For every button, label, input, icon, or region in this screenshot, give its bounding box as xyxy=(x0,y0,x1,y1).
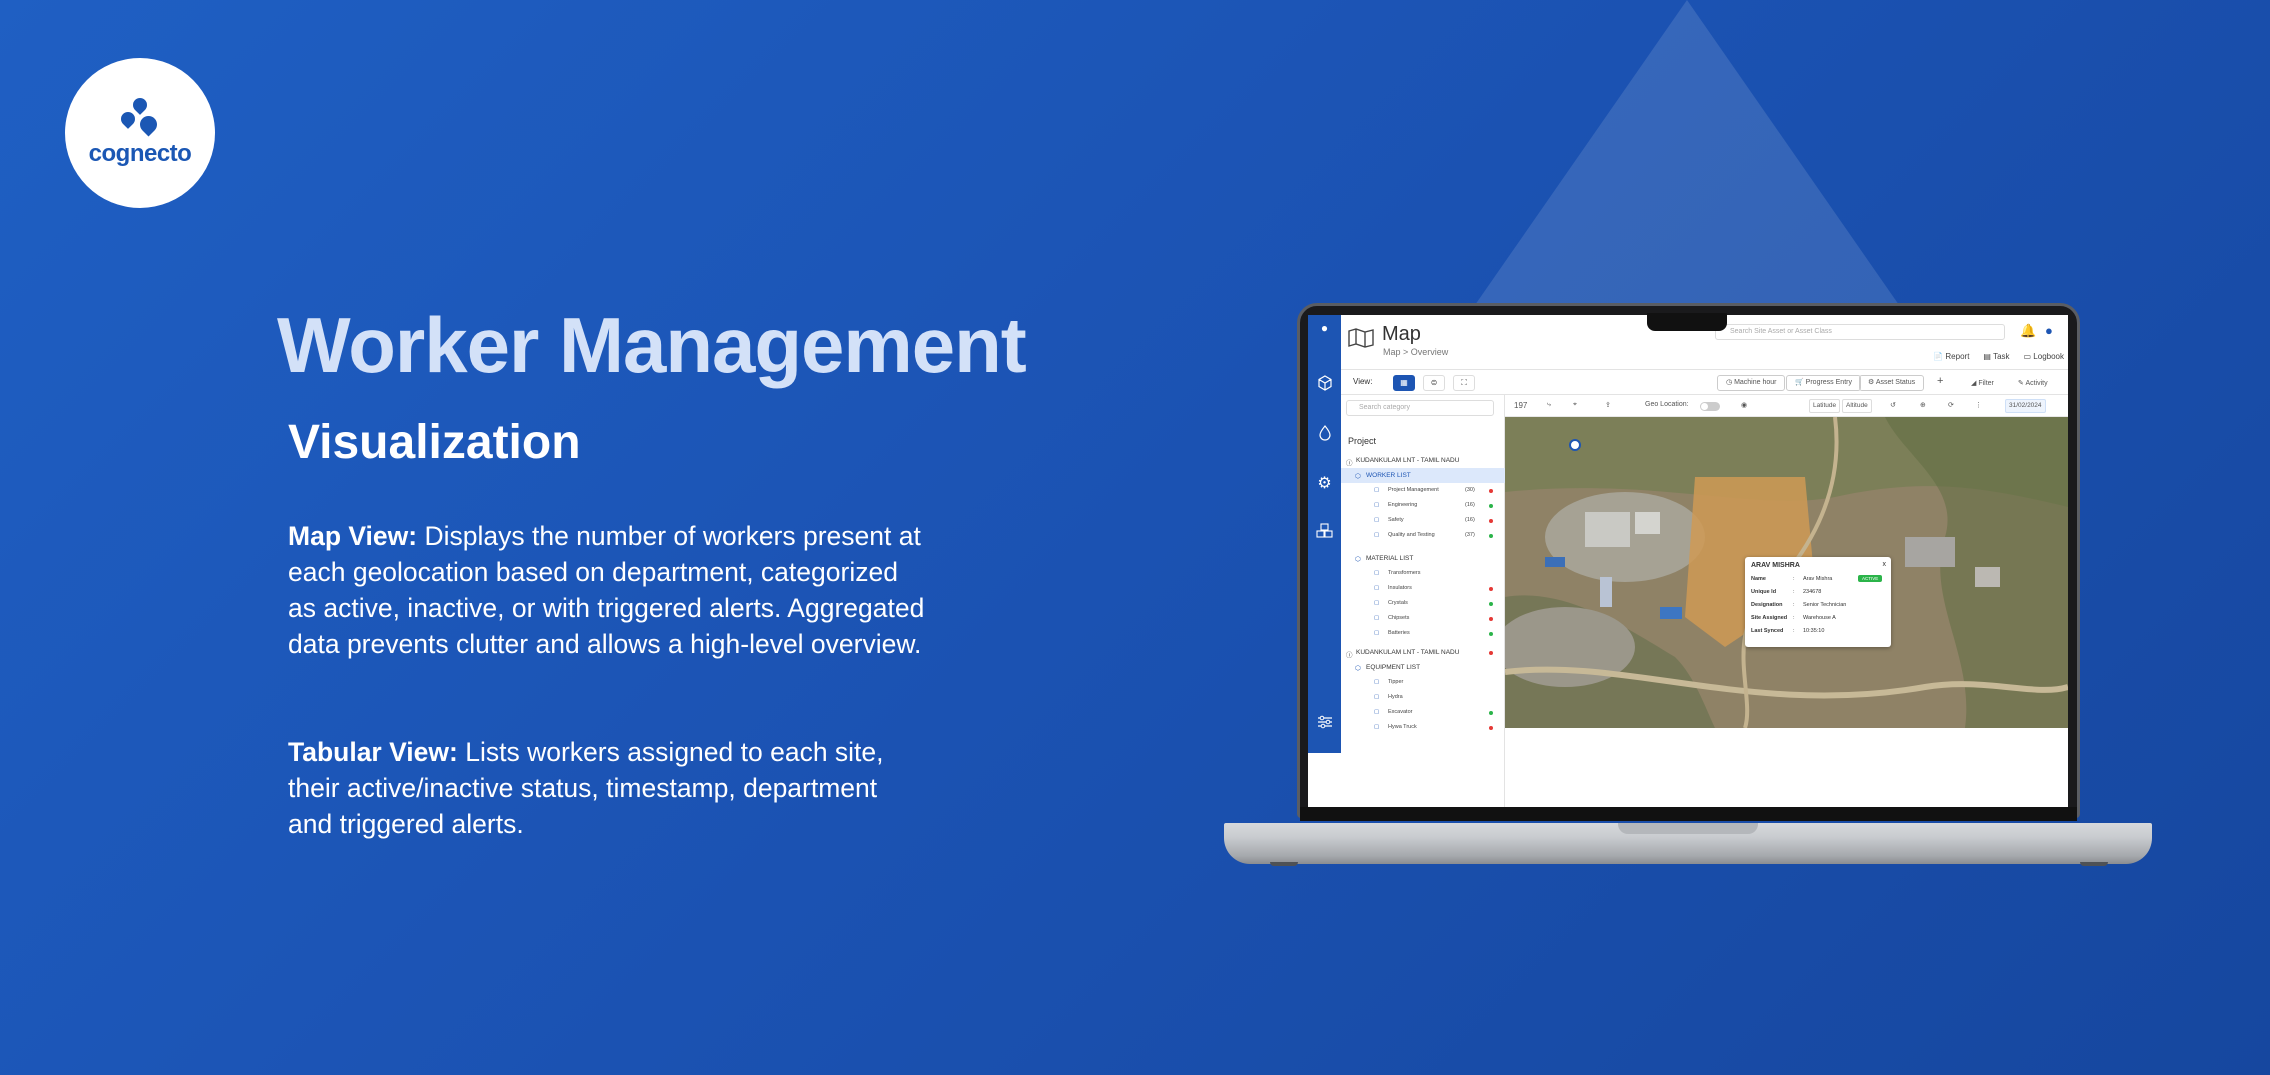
activity-button[interactable]: ✎ Activity xyxy=(2018,379,2048,387)
tree-item[interactable]: ▢ Hydra xyxy=(1341,690,1505,705)
table-view-toggle[interactable]: ⊜ xyxy=(1423,375,1445,391)
page-title: Worker Management xyxy=(277,301,1027,389)
tree-worker-list[interactable]: ⬡ WORKER LIST xyxy=(1341,468,1505,483)
history-icon[interactable]: ↺ xyxy=(1890,401,1896,409)
target-icon[interactable]: ⊕ xyxy=(1920,401,1926,409)
laptop-base-notch xyxy=(1618,823,1758,834)
popup-row-name: Name: Arav Mishra xyxy=(1751,576,1833,582)
popup-title: ARAV MISHRA xyxy=(1751,562,1800,569)
category-search-input[interactable]: Search category xyxy=(1346,400,1494,416)
tree-item[interactable]: ▢ Insulators xyxy=(1341,581,1505,596)
header-actions: 📄 Report ▤ Task ▭ Logbook xyxy=(1933,352,2064,361)
filter-button[interactable]: ◢ Filter xyxy=(1971,379,1994,387)
tree-material-list[interactable]: ⬡ MATERIAL LIST xyxy=(1341,551,1505,566)
report-button[interactable]: 📄 Report xyxy=(1933,352,1969,361)
logbook-button[interactable]: ▭ Logbook xyxy=(2024,352,2064,361)
asset-status-button[interactable]: ⚙ Asset Status xyxy=(1859,375,1925,391)
tree-site-1[interactable]: ⓘ KUDANKULAM LNT - TAMIL NADU xyxy=(1341,453,1505,468)
app-page-title: Map xyxy=(1382,323,1421,345)
machine-hour-button[interactable]: ◷ Machine hour xyxy=(1717,375,1786,391)
side-rail: ● ⚙ xyxy=(1308,315,1341,753)
boxes-icon[interactable] xyxy=(1308,523,1341,544)
tabular-view-description: Tabular View: Lists workers assigned to … xyxy=(288,734,928,842)
latitude-field[interactable]: Latitude xyxy=(1809,399,1841,413)
map-toolbar: 197 ⤷ ⌖ ⇪ Geo Location: ◉ Latitude Altit… xyxy=(1505,395,2068,417)
tree-item[interactable]: ▢ Engineering (16) xyxy=(1341,498,1505,513)
tree-item[interactable]: ▢ Project Management (30) xyxy=(1341,483,1505,498)
page-subtitle: Visualization xyxy=(288,416,581,469)
add-icon[interactable]: + xyxy=(1937,375,1943,387)
task-button[interactable]: ▤ Task xyxy=(1983,352,2009,361)
map-icon xyxy=(1348,328,1374,348)
tree-equipment-list[interactable]: ⬡ EQUIPMENT LIST xyxy=(1341,660,1505,675)
sliders-icon[interactable] xyxy=(1308,715,1341,734)
tree-item[interactable]: ▢ Batteries xyxy=(1341,626,1505,641)
progress-entry-button[interactable]: 🛒 Progress Entry xyxy=(1786,375,1861,391)
laptop-screen: ● ⚙ Map Map > Overview Search Site Asset… xyxy=(1308,315,2068,807)
crop-icon[interactable]: ⌖ xyxy=(1573,401,1577,409)
popup-row-site: Site Assigned: Warehouse A xyxy=(1751,615,1836,621)
geo-location-toggle[interactable] xyxy=(1700,402,1720,411)
camera-notch xyxy=(1647,313,1727,331)
tree-item[interactable]: ▢ Chipsets xyxy=(1341,611,1505,626)
popup-row-designation: Designation: Senior Technician xyxy=(1751,602,1847,608)
popup-row-id: Unique Id:234678 xyxy=(1751,589,1822,595)
date-picker[interactable]: 31/02/2024 xyxy=(2005,399,2046,413)
tabular-view-label: Tabular View: xyxy=(288,737,458,767)
pin-icon[interactable]: ◉ xyxy=(1741,401,1747,409)
map-view-toggle[interactable]: ▦ xyxy=(1393,375,1415,391)
user-icon[interactable]: ● xyxy=(2045,323,2053,338)
geo-location-label: Geo Location: xyxy=(1645,401,1689,408)
water-drop-icon[interactable] xyxy=(1308,425,1341,446)
fullscreen-icon[interactable]: ⛶ xyxy=(1453,375,1475,391)
app-logo-icon[interactable]: ● xyxy=(1308,321,1341,335)
tree-item[interactable]: ▢ Tipper xyxy=(1341,675,1505,690)
upload-icon[interactable]: ⇪ xyxy=(1605,401,1611,409)
map-view-description: Map View: Displays the number of workers… xyxy=(288,518,928,662)
cognecto-logo-mark-icon xyxy=(118,95,161,138)
screen-bezel-bottom xyxy=(1300,807,2077,821)
tree-item[interactable]: ▢ Crystals xyxy=(1341,596,1505,611)
view-bar: View: ▦ ⊜ ⛶ ◷ Machine hour 🛒 Progress En… xyxy=(1341,369,2068,395)
cognecto-logo: cognecto xyxy=(65,58,215,208)
project-label: Project xyxy=(1348,436,1377,446)
count-display: 197 xyxy=(1514,401,1528,410)
view-label: View: xyxy=(1353,377,1373,386)
category-tree: ⓘ KUDANKULAM LNT - TAMIL NADU ⬡ WORKER LIS… xyxy=(1341,453,1505,735)
worker-info-popup: ARAV MISHRA x ACTIVE Name: Arav Mishra Un… xyxy=(1745,557,1891,647)
cube-icon[interactable] xyxy=(1308,375,1341,396)
tree-item[interactable]: ▢ Quality and Testing (37) xyxy=(1341,528,1505,543)
close-icon[interactable]: x xyxy=(1883,561,1887,568)
tree-item[interactable]: ▢ Hywa Truck xyxy=(1341,720,1505,735)
refresh-icon[interactable]: ⟳ xyxy=(1948,401,1954,409)
tree-item[interactable]: ▢ Safety (16) xyxy=(1341,513,1505,528)
altitude-field[interactable]: Altitude xyxy=(1842,399,1872,413)
laptop-foot xyxy=(2080,862,2108,866)
more-icon[interactable]: ⋮ xyxy=(1975,401,1982,409)
breadcrumb[interactable]: Map > Overview xyxy=(1383,347,1448,357)
logo-text: cognecto xyxy=(88,140,192,167)
map-view-label: Map View: xyxy=(288,521,418,551)
popup-row-synced: Last Synced:10:35:10 xyxy=(1751,628,1825,634)
laptop-foot xyxy=(1270,862,1298,866)
tree-item[interactable]: ▢ Excavator xyxy=(1341,705,1505,720)
map-app: ● ⚙ Map Map > Overview Search Site Asset… xyxy=(1308,315,2068,807)
satellite-map[interactable]: ARAV MISHRA x ACTIVE Name: Arav Mishra Un… xyxy=(1505,417,2068,728)
status-badge: ACTIVE xyxy=(1858,575,1883,582)
gear-icon[interactable]: ⚙ xyxy=(1308,473,1341,493)
lasso-icon[interactable]: ⤷ xyxy=(1547,401,1551,409)
decorative-triangle xyxy=(1475,0,1899,305)
category-panel: Search category Project ⓘ KUDANKULAM LNT … xyxy=(1341,395,1505,807)
tree-site-2[interactable]: ⓘ KUDANKULAM LNT - TAMIL NADU xyxy=(1341,645,1505,660)
bell-icon[interactable]: 🔔 xyxy=(2020,323,2036,339)
tree-item[interactable]: ▢ Transformers xyxy=(1341,566,1505,581)
global-search-input[interactable]: Search Site Asset or Asset Class xyxy=(1715,324,2005,340)
